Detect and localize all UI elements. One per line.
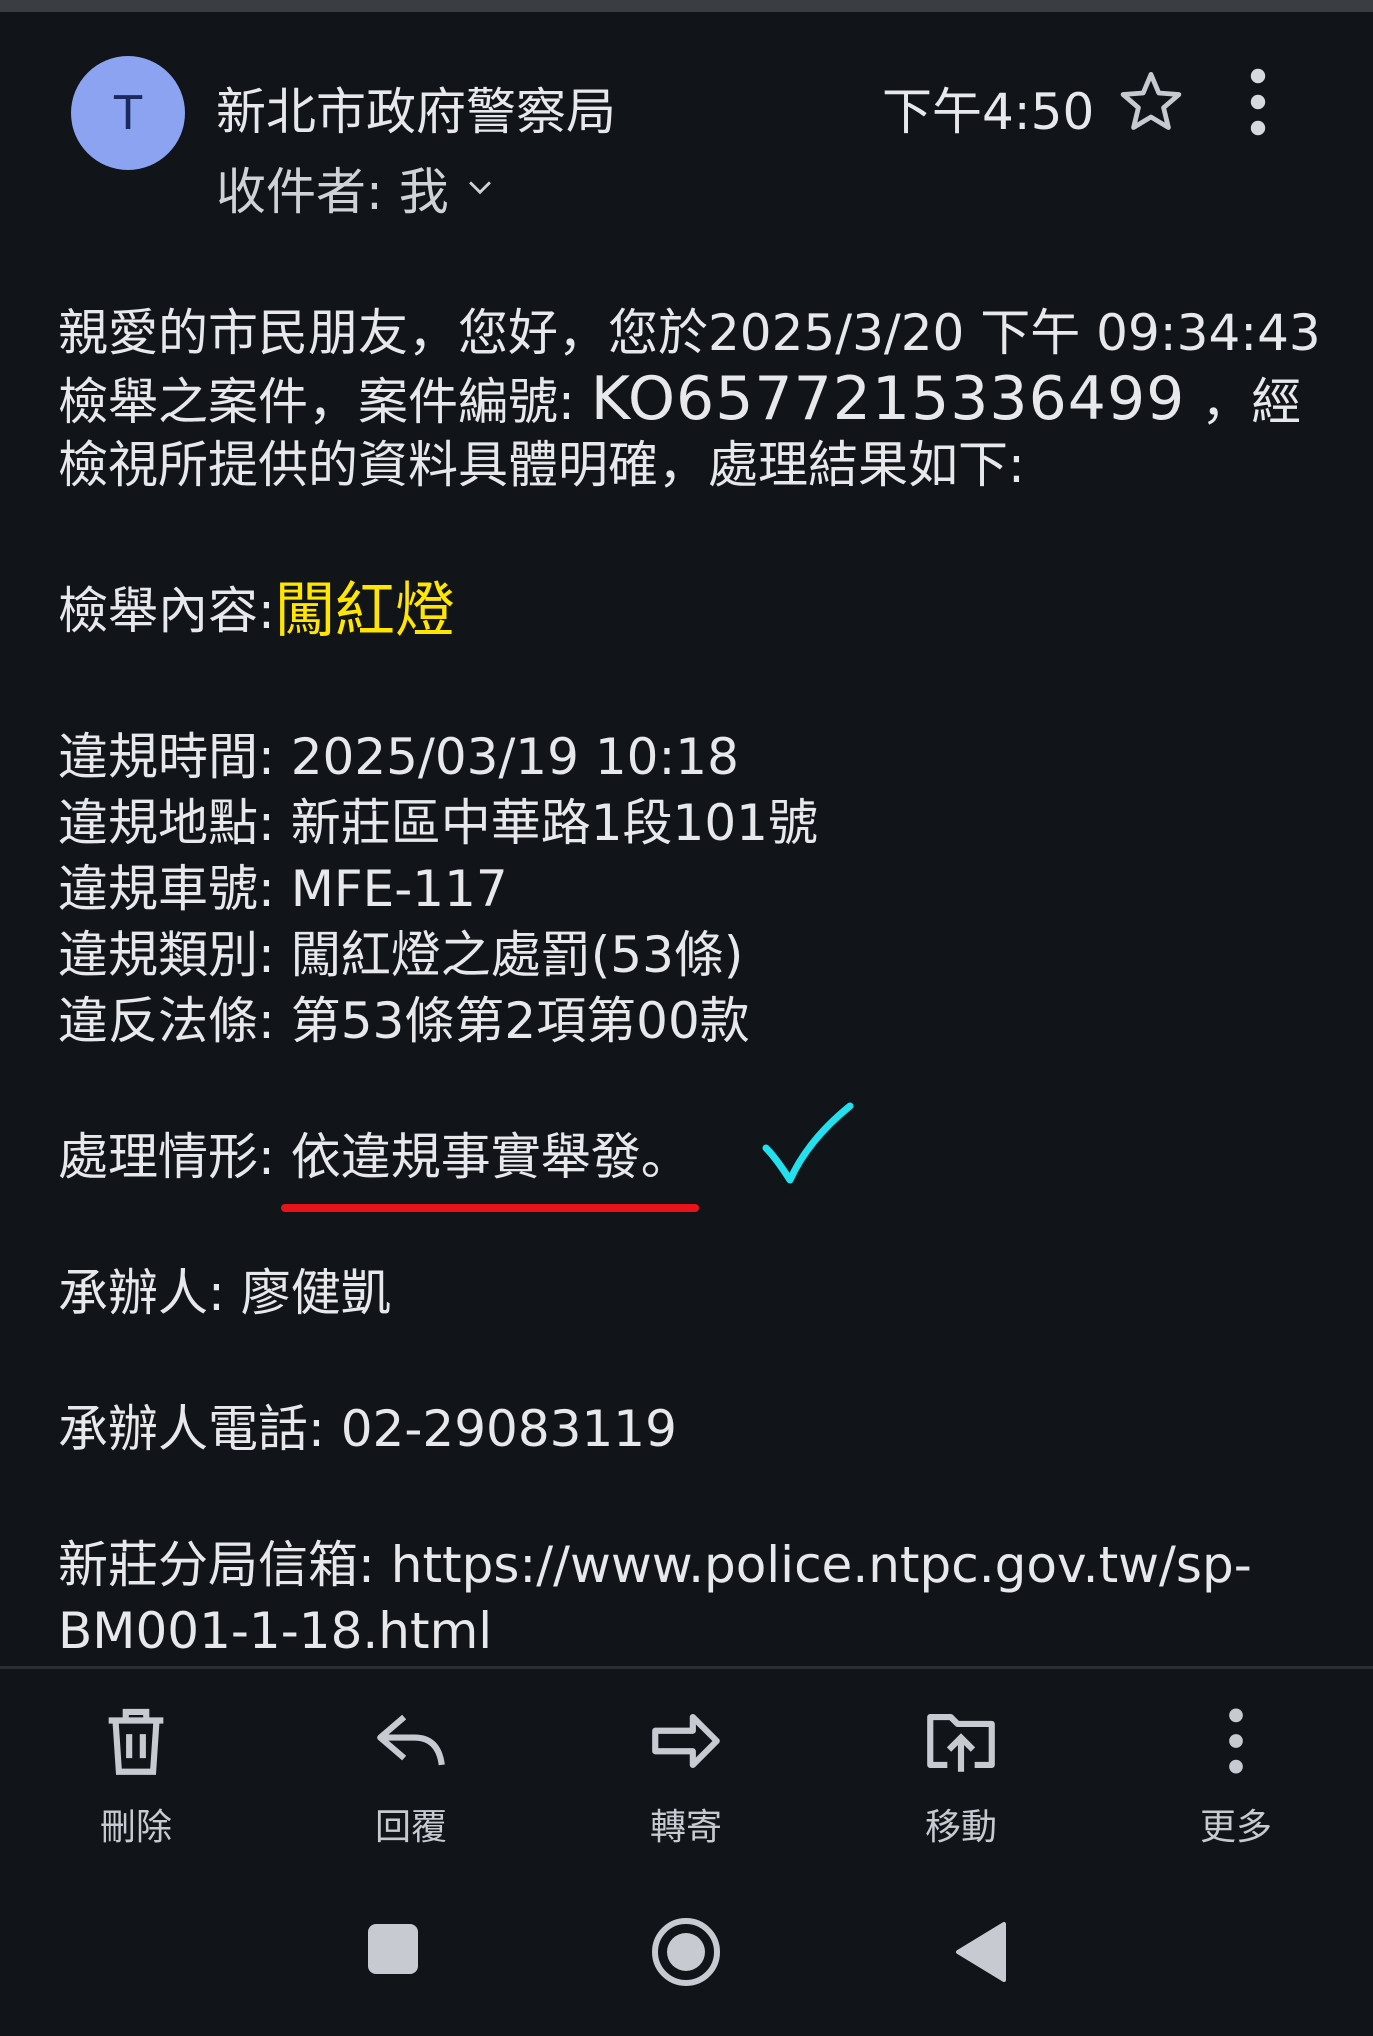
phone-label: 承辦人電話: [58,1400,341,1458]
move-button[interactable]: 移動 [871,1700,1051,1850]
recents-icon[interactable] [366,1922,420,1976]
forward-label: 轉寄 [649,1807,722,1848]
greeting-line: 親愛的市民朋友，您好，您於2025/3/20 下午 09:34:43 [58,304,1321,362]
top-divider [0,0,1373,12]
report-violation: 闖紅燈 [274,576,455,646]
more-options-icon[interactable] [1238,66,1278,138]
home-icon[interactable] [650,1916,722,1988]
back-icon[interactable] [952,1920,1008,1984]
detail-value: 闖紅燈之處罰(53條) [290,926,744,984]
recipient-label: 收件者: 我 [216,163,449,221]
result-intro-line: 檢視所提供的資料具體明確，處理結果如下: [58,436,1025,494]
action-bar-divider [0,1666,1373,1669]
mailbox-link-cont[interactable]: BM001-1-18.html [58,1598,1318,1664]
handler-name: 廖健凱 [240,1264,391,1322]
trash-icon [108,1708,164,1775]
detail-row: 違規車號: MFE-117 [58,856,1318,922]
mailbox-line: 新莊分局信箱: https://www.police.ntpc.gov.tw/s… [58,1532,1318,1598]
report-content-line: 檢舉內容: 闖紅燈 [58,568,1318,654]
detail-row: 違反法條: 第53條第2項第00款 [58,988,1318,1054]
forward-button[interactable]: 轉寄 [596,1700,776,1850]
chevron-down-icon [468,181,491,195]
reply-label: 回覆 [374,1807,447,1848]
checkmark-icon [762,1102,854,1184]
status-line: 處理情形: 依違規事實舉發。 [58,1124,1318,1212]
detail-row: 違規時間: 2025/03/19 10:18 [58,724,1318,790]
case-number: KO6577215336499 [590,364,1186,434]
case-prefix: 檢舉之案件，案件編號: [58,373,591,431]
phone-number[interactable]: 02-29083119 [341,1400,677,1458]
case-line: 檢舉之案件，案件編號: KO6577215336499 ，經 [58,366,1318,432]
case-suffix: ，經 [1185,373,1302,431]
email-body: 親愛的市民朋友，您好，您於2025/3/20 下午 09:34:43 檢舉之案件… [58,300,1321,1664]
handler-label: 承辦人: [58,1264,241,1322]
delete-button[interactable]: 刪除 [46,1700,226,1850]
status-label: 處理情形: [58,1128,291,1186]
phone-line: 承辦人電話: 02-29083119 [58,1396,1318,1462]
reply-button[interactable]: 回覆 [321,1700,501,1850]
detail-label: 違規車號: [58,860,291,918]
forward-icon [652,1714,720,1768]
move-icon [927,1714,995,1772]
handler-line: 承辦人: 廖健凱 [58,1260,1318,1326]
detail-row: 違規地點: 新莊區中華路1段101號 [58,790,1318,856]
email-screen: { "header": { "avatar_letter": "T", "sen… [0,0,1373,2036]
detail-label: 違規類別: [58,926,291,984]
detail-row: 違規類別: 闖紅燈之處罰(53條) [58,922,1318,988]
report-label: 檢舉內容: [58,582,275,640]
detail-label: 違規時間: [58,728,291,786]
red-underline [280,1204,699,1212]
sender-name[interactable]: 新北市政府警察局 [216,72,616,144]
star-icon[interactable] [1115,66,1187,138]
more-label: 更多 [1199,1807,1272,1848]
detail-value: 第53條第2項第00款 [290,992,750,1050]
detail-label: 違規地點: [58,794,291,852]
reply-icon [377,1714,445,1766]
delete-label: 刪除 [99,1807,172,1848]
detail-value: 2025/03/19 10:18 [290,728,739,786]
more-vert-icon [1229,1708,1243,1774]
detail-label: 違反法條: [58,992,291,1050]
status-value: 依違規事實舉發。 [290,1128,691,1186]
sender-avatar[interactable]: T [71,56,185,170]
detail-value: 新莊區中華路1段101號 [290,794,818,852]
detail-value: MFE-117 [290,860,508,918]
move-label: 移動 [924,1807,997,1848]
mailbox-label: 新莊分局信箱: [58,1536,391,1594]
status-value-wrap: 依違規事實舉發。 [280,1124,699,1212]
email-time: 下午4:50 [882,83,1095,141]
more-button[interactable]: 更多 [1146,1700,1326,1850]
recipient-toggle[interactable]: 收件者: 我 [216,152,497,224]
mailbox-link[interactable]: https://www.police.ntpc.gov.tw/sp- [391,1536,1252,1594]
